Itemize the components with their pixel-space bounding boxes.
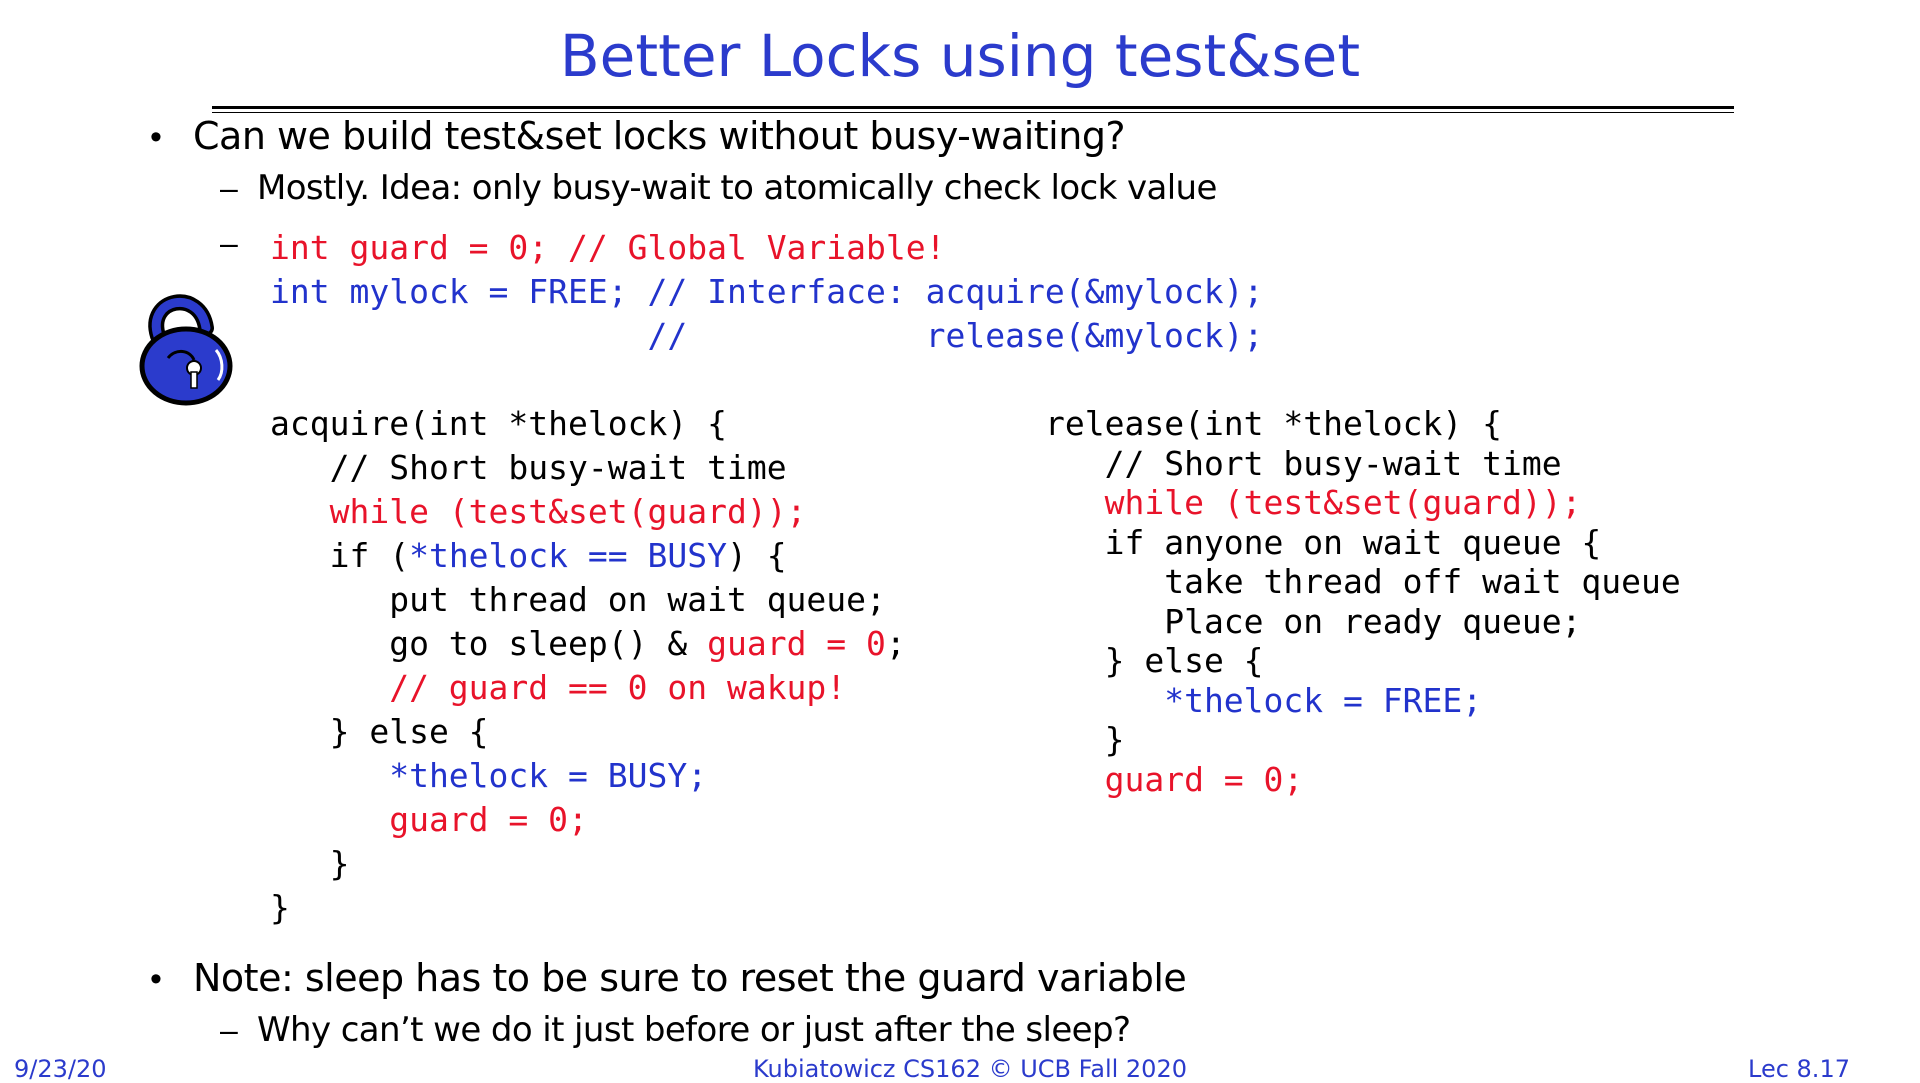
release-set-free: *thelock = FREE;: [1045, 680, 1483, 720]
acquire-sleep-guard: guard = 0: [707, 624, 886, 663]
release-while: while (test&set(guard));: [1045, 483, 1582, 522]
dash-marker-why: –: [220, 1012, 238, 1048]
dash-marker: –: [220, 170, 238, 206]
bullet-marker-note: •: [150, 960, 162, 998]
padlock-icon: [128, 288, 238, 406]
code-line-release-interface: // release(&mylock);: [270, 316, 1264, 355]
release-take-thread: take thread off wait queue: [1045, 562, 1681, 601]
acquire-close-else: }: [270, 844, 350, 883]
release-if: if anyone on wait queue {: [1045, 522, 1602, 562]
acquire-code: acquire(int *thelock) { // Short busy-wa…: [270, 402, 906, 930]
release-signature: release(int *thelock) {: [1045, 404, 1502, 443]
release-else: } else {: [1045, 641, 1264, 680]
acquire-set-busy: *thelock = BUSY;: [270, 756, 708, 795]
sub-bullet-why: Why can’t we do it just before or just a…: [257, 1010, 1131, 1050]
acquire-sleep-suffix: ;: [885, 624, 906, 663]
acquire-if-prefix: if (: [270, 536, 410, 575]
acquire-if-suffix: ) {: [726, 536, 787, 575]
footer-lecture: Lec 8.17: [1748, 1055, 1850, 1083]
acquire-while: while (test&set(guard));: [270, 492, 807, 531]
global-code: int guard = 0; // Global Variable! int my…: [270, 226, 1263, 358]
code-line-mylock: int mylock = FREE; // Interface: acquire…: [270, 272, 1264, 311]
acquire-else: } else {: [270, 712, 489, 751]
release-comment: // Short busy-wait time: [1045, 443, 1562, 483]
acquire-comment: // Short busy-wait time: [270, 448, 787, 487]
release-guard-reset: guard = 0;: [1045, 759, 1304, 799]
release-code: release(int *thelock) { // Short busy-wa…: [1045, 404, 1681, 799]
acquire-if: if (*thelock == BUSY) {: [270, 534, 906, 578]
acquire-if-condition: *thelock == BUSY: [409, 536, 727, 575]
dash-marker-code: –: [220, 225, 238, 261]
bullet-question: Can we build test&set locks without busy…: [193, 114, 1126, 158]
code-line-guard: int guard = 0; // Global Variable!: [270, 228, 946, 267]
release-close-else: }: [1045, 720, 1125, 759]
acquire-wakeup-comment: // guard == 0 on wakup!: [270, 668, 847, 707]
acquire-sleep: go to sleep() & guard = 0;: [270, 622, 906, 666]
bullet-marker: •: [150, 118, 162, 156]
bullet-note: Note: sleep has to be sure to reset the …: [193, 956, 1187, 1000]
acquire-sleep-prefix: go to sleep() &: [270, 624, 708, 663]
acquire-guard-reset: guard = 0;: [270, 800, 588, 839]
acquire-close: }: [270, 888, 290, 927]
title-rule: [212, 106, 1734, 109]
acquire-put-thread: put thread on wait queue;: [270, 580, 886, 619]
slide-title: Better Locks using test&set: [559, 22, 1361, 90]
sub-bullet-idea: Mostly. Idea: only busy-wait to atomical…: [257, 168, 1217, 208]
release-ready-queue: Place on ready queue;: [1045, 601, 1582, 641]
acquire-signature: acquire(int *thelock) {: [270, 404, 727, 443]
footer-course: Kubiatowicz CS162 © UCB Fall 2020: [752, 1055, 1187, 1083]
title-rule-thin: [212, 112, 1734, 113]
